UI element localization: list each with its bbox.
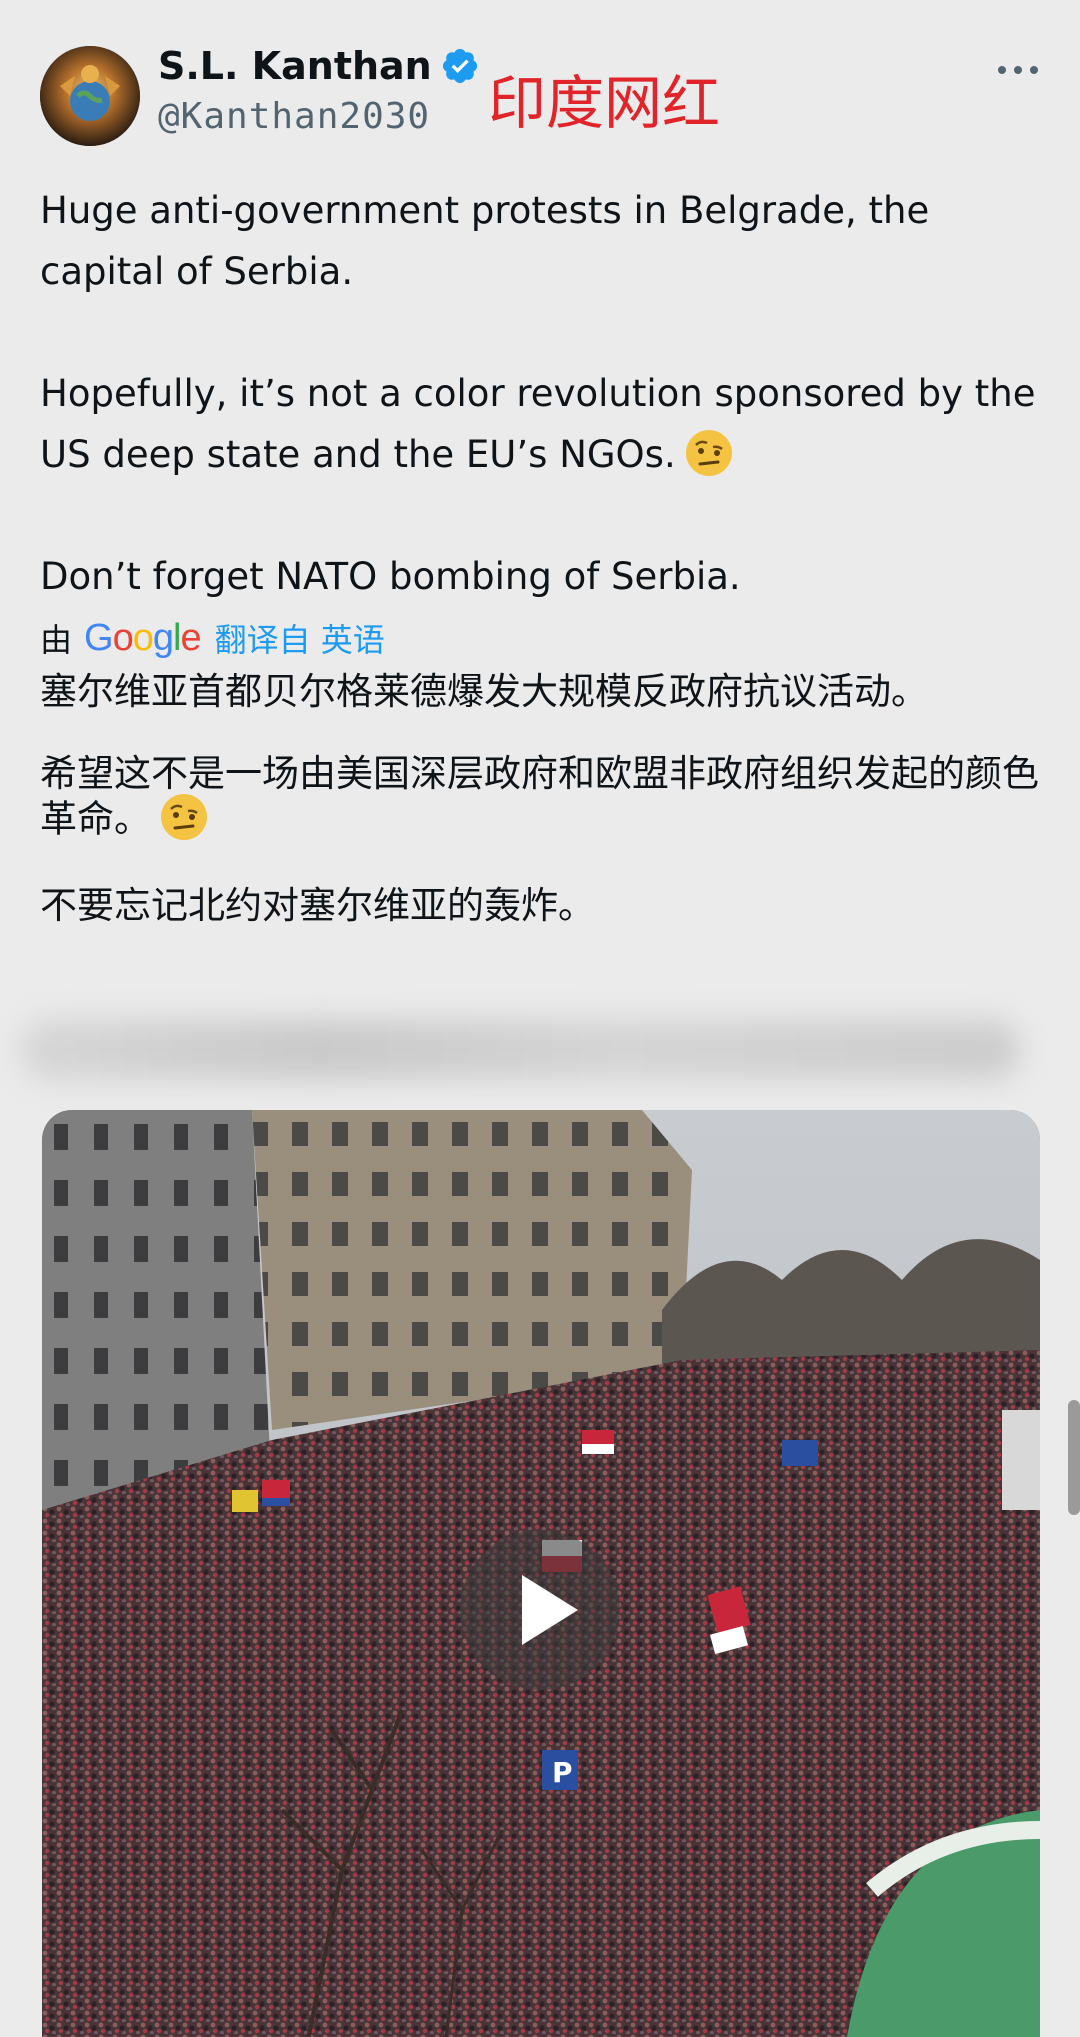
verified-badge-icon [442,48,477,84]
translated-from-link[interactable]: 翻译自 英语 [215,615,385,661]
translated-by-label: 由 [40,621,73,659]
overlay-caption: 印度网红 [488,69,721,137]
play-button[interactable] [460,1530,620,1690]
translated-paragraph: 不要忘记北约对塞尔维亚的轰炸。 [40,884,595,927]
tweet-paragraph: Hopefully, it’s not a color revolution s… [40,372,1036,476]
video-player[interactable]: P [42,1110,1040,2037]
translation-attribution: 由 Google 翻译自 英语 [40,615,385,661]
tweet-paragraph: Don’t forget NATO bombing of Serbia. [40,555,741,598]
raised-eyebrow-emoji-icon [161,794,207,840]
play-icon [522,1575,578,1645]
raised-eyebrow-emoji-icon [685,429,732,476]
display-name[interactable]: S.L. Kanthan [158,44,432,88]
svg-text:P: P [552,1756,573,1789]
avatar[interactable] [40,46,140,146]
google-logo: Google [84,616,202,659]
translated-paragraph: 塞尔维亚首都贝尔格莱德爆发大规模反政府抗议活动。 [40,670,928,713]
more-options-icon[interactable] [994,58,1042,82]
translated-text: 塞尔维亚首都贝尔格莱德爆发大规模反政府抗议活动。 希望这不是一场由美国深层政府和… [40,670,1050,928]
tweet-page: S.L. Kanthan @Kanthan2030 印度网红 Huge anti… [0,0,1080,2037]
avatar-image [40,46,140,146]
name-row[interactable]: S.L. Kanthan [158,44,480,88]
user-handle[interactable]: @Kanthan2030 [158,96,430,137]
translated-paragraph: 希望这不是一场由美国深层政府和欧盟非政府组织发起的颜色革命。 [40,752,1039,841]
tweet-paragraph: Huge anti-government protests in Belgrad… [40,189,930,293]
tweet-text: Huge anti-government protests in Belgrad… [40,180,1050,607]
scrollbar[interactable] [1068,1400,1080,1515]
blurred-region [20,1020,1020,1080]
